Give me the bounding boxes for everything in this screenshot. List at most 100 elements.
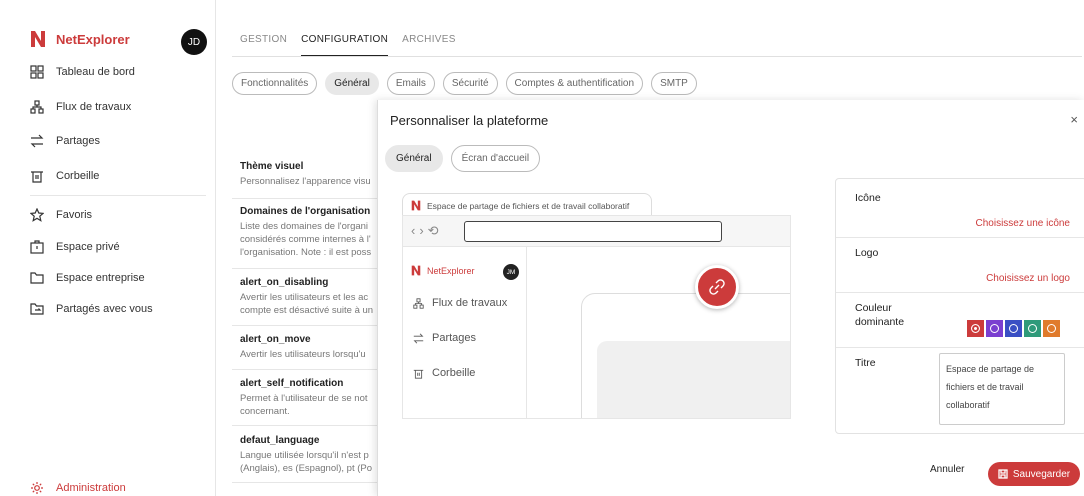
preview-brand: NetExplorer [411,265,475,276]
setting-desc: Langue utilisée lorsqu'il n'est p (Angla… [240,450,373,474]
share-arrows-icon [30,134,44,148]
close-icon[interactable]: × [1070,112,1078,127]
setting-desc: Liste des domaines de l'organi considéré… [240,221,372,258]
preview-item-label: Flux de travaux [432,297,508,309]
titre-label: Titre [855,357,876,369]
setting-title: defaut_language [240,435,320,446]
setting-divider [232,369,378,370]
trash-icon [413,369,424,379]
sidebar-item-tableau-de-bord[interactable]: Tableau de bord [30,65,135,79]
swatch-orange[interactable] [1043,320,1060,337]
setting-desc: Personnalisez l'apparence visu [240,176,371,187]
swatch-purple[interactable] [986,320,1003,337]
sidebar-item-label: Flux de travaux [56,101,132,113]
preview-card-inner [597,341,790,418]
choose-icon-link[interactable]: Choisissez une icône [976,218,1071,229]
setting-desc: Permet à l'utilisateur de se not concern… [240,393,368,417]
preview-item-label: Partages [432,332,477,344]
setting-domaines[interactable]: Domaines de l'organisation Liste des dom… [240,206,376,259]
sidebar: NetExplorer JD Tableau de bord Flux de t… [0,0,216,496]
pill-comptes[interactable]: Comptes & authentification [505,72,644,95]
setting-alert-on-disabling[interactable]: alert_on_disabling Avertir les utilisate… [240,277,378,317]
setting-title: alert_on_move [240,334,311,345]
folder-icon [30,272,44,284]
sidebar-item-partages-avec-vous[interactable]: Partagés avec vous [30,302,153,316]
browser-nav-icons: ‹›⟲ [411,223,443,238]
logo-label: Logo [855,247,879,259]
settings-list: Thème visuel Personnalisez l'apparence v… [240,0,378,496]
sidebar-item-partages[interactable]: Partages [30,134,100,148]
sidebar-item-espace-prive[interactable]: Espace privé [30,240,120,254]
setting-title: alert_on_disabling [240,277,329,288]
swatch-green[interactable] [1024,320,1041,337]
preview-sidebar: NetExplorer JM Flux de travaux Partages … [403,247,527,418]
preview-avatar: JM [503,264,519,280]
setting-alert-self-notification[interactable]: alert_self_notification Permet à l'utili… [240,378,378,418]
sidebar-item-label: Partagés avec vous [56,303,153,315]
netexplorer-logo-icon [411,265,421,276]
sidebar-item-label: Administration [56,482,126,494]
cancel-button[interactable]: Annuler [930,464,964,475]
panel-divider [836,292,1084,293]
workflow-icon [413,297,424,309]
save-icon [998,469,1008,479]
preview-page: NetExplorer JM Flux de travaux Partages … [402,247,791,419]
sidebar-item-label: Espace entreprise [56,272,145,284]
choose-logo-link[interactable]: Choisissez un logo [986,273,1070,284]
preview-item-label: Corbeille [432,367,476,379]
shared-folder-icon [30,303,44,315]
save-button[interactable]: Sauvegarder [988,462,1080,486]
sidebar-item-label: Favoris [56,209,93,221]
setting-theme-visuel[interactable]: Thème visuel Personnalisez l'apparence v… [240,161,378,188]
star-icon [30,208,44,222]
sidebar-item-administration[interactable]: Administration [30,481,126,495]
personalize-modal: Personnaliser la plateforme × Général Éc… [377,100,1084,496]
panel-divider [836,347,1084,348]
preview-browser-bar: ‹›⟲ [402,215,791,247]
preview-browser-tab: Espace de partage de fichiers et de trav… [402,193,652,217]
preview-brand-name: NetExplorer [427,265,475,276]
setting-defaut-language[interactable]: defaut_language Langue utilisée lorsqu'i… [240,435,378,475]
setting-desc: Avertir les utilisateurs et les ac compt… [240,292,374,316]
trash-icon [31,171,43,183]
modal-tab-general[interactable]: Général [385,145,443,172]
setting-divider [232,482,378,483]
pill-emails[interactable]: Emails [386,72,435,95]
modal-tab-ecran-accueil[interactable]: Écran d'accueil [450,145,541,172]
sidebar-item-label: Tableau de bord [56,66,135,78]
titre-textarea[interactable]: Espace de partage de fichiers et de trav… [939,353,1065,425]
panel-divider [836,237,1084,238]
sidebar-item-corbeille[interactable]: Corbeille [30,169,99,183]
sidebar-item-flux-de-travaux[interactable]: Flux de travaux [30,100,131,114]
private-space-icon [30,240,44,254]
setting-divider [232,198,378,199]
setting-alert-on-move[interactable]: alert_on_move Avertir les utilisateurs l… [240,334,378,361]
customization-panel: Icône Choisissez une icône Logo Choisiss… [835,178,1084,434]
sidebar-item-favoris[interactable]: Favoris [30,208,92,222]
sidebar-item-label: Corbeille [56,170,100,182]
preview-url-box [464,221,722,242]
sidebar-item-espace-entreprise[interactable]: Espace entreprise [30,271,145,285]
netexplorer-logo-icon [411,200,421,211]
setting-divider [232,268,378,269]
brand-name: NetExplorer [56,31,130,47]
pill-securite[interactable]: Sécurité [442,72,498,95]
setting-title: Domaines de l'organisation [240,206,371,217]
netexplorer-logo-icon [31,31,45,47]
preview-item-flux: Flux de travaux [413,297,507,309]
setting-divider [232,325,378,326]
pill-smtp[interactable]: SMTP [651,72,697,95]
swatch-red[interactable] [967,320,984,337]
dashboard-icon [30,65,44,79]
tab-archives[interactable]: ARCHIVES [402,34,456,57]
preview-tab-title: Espace de partage de fichiers et de trav… [427,200,630,211]
sidebar-item-label: Partages [56,135,101,147]
swatch-blue[interactable] [1005,320,1022,337]
preview-link-badge [695,265,739,309]
user-avatar[interactable]: JD [181,29,207,55]
gear-icon [31,482,43,494]
setting-title: Thème visuel [240,161,304,172]
link-icon [709,279,725,295]
brand[interactable]: NetExplorer [30,30,130,48]
preview-item-corbeille: Corbeille [413,367,475,379]
